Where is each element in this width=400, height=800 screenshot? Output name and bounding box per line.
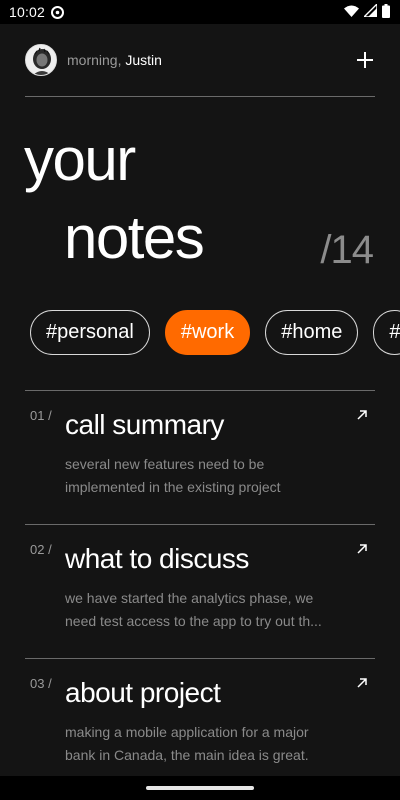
avatar[interactable] <box>25 44 57 76</box>
user-name: Justin <box>125 52 162 68</box>
note-index: 03 / <box>30 676 52 691</box>
greeting: morning, Justin <box>67 52 162 68</box>
tag-filter-list: #personal #work #home # <box>30 310 400 355</box>
tag-more[interactable]: # <box>373 310 400 355</box>
plus-icon <box>357 52 373 68</box>
arrow-up-right-icon[interactable] <box>356 408 368 420</box>
note-count: /14 <box>320 228 374 272</box>
navigation-bar <box>0 776 400 800</box>
gear-icon <box>51 5 65 19</box>
tag-personal[interactable]: #personal <box>30 310 150 355</box>
note-index: 02 / <box>30 542 52 557</box>
header: morning, Justin <box>25 44 375 76</box>
page-title-line2: notes <box>64 204 205 271</box>
arrow-up-right-icon[interactable] <box>356 676 368 688</box>
header-divider <box>25 96 375 97</box>
notes-screen: 10:02 morning, Justin your notes /14 #pe… <box>0 0 400 800</box>
notes-list: 01 / call summary several new features n… <box>25 390 375 792</box>
add-note-button[interactable] <box>355 50 375 70</box>
home-indicator[interactable] <box>146 786 254 790</box>
signal-icon <box>362 2 378 20</box>
greeting-text: morning, <box>67 52 122 68</box>
status-icons <box>344 2 390 21</box>
page-title-line1: your <box>24 126 136 193</box>
wifi-icon <box>344 4 359 20</box>
note-title: about project <box>65 677 221 708</box>
note-preview: making a mobile application for a major … <box>65 724 309 763</box>
note-preview: several new features need to be implemen… <box>65 456 281 495</box>
note-preview: we have started the analytics phase, we … <box>65 590 322 629</box>
note-title: call summary <box>65 409 224 440</box>
arrow-up-right-icon[interactable] <box>356 542 368 554</box>
tag-work[interactable]: #work <box>164 310 251 355</box>
note-item[interactable]: 02 / what to discuss we have started the… <box>25 524 375 658</box>
avatar-portrait-icon <box>26 45 56 75</box>
tag-home[interactable]: #home <box>265 310 359 355</box>
status-bar: 10:02 <box>0 0 400 24</box>
status-time: 10:02 <box>9 4 46 20</box>
note-title: what to discuss <box>65 543 249 574</box>
note-item[interactable]: 01 / call summary several new features n… <box>25 390 375 524</box>
note-item[interactable]: 03 / about project making a mobile appli… <box>25 658 375 792</box>
battery-icon <box>382 3 390 21</box>
note-index: 01 / <box>30 408 52 423</box>
